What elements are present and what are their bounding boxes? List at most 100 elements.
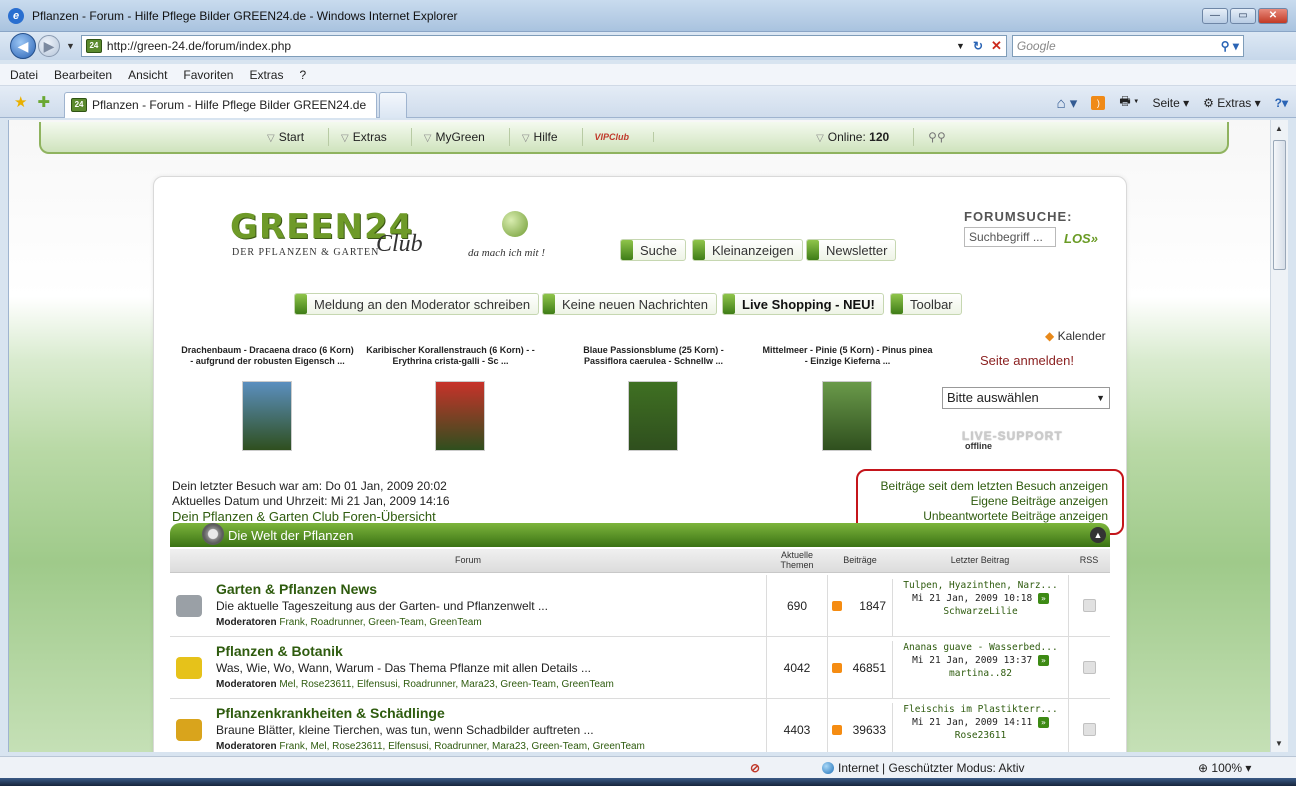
forum-title[interactable]: Garten & Pflanzen News [216,581,377,597]
last-post-topic[interactable]: Ananas guave - Wasserbed... [893,641,1068,654]
kleinanzeigen-button[interactable]: Kleinanzeigen [692,239,803,261]
forum-row[interactable]: Garten & Pflanzen News Die aktuelle Tages… [170,575,1110,637]
address-dropdown-icon[interactable]: ▼ [956,41,965,51]
category-header[interactable]: Die Welt der Pflanzen ▲ [170,523,1110,547]
rss-icon[interactable] [1083,661,1096,674]
nav-mygreen[interactable]: ▽ MyGreen [412,128,510,146]
post-count: 1847 [859,599,886,613]
minimize-button[interactable]: — [1202,8,1228,24]
vertical-scrollbar[interactable]: ▲ ▼ [1270,120,1288,752]
address-bar[interactable]: 24 http://green-24.de/forum/index.php ▼ … [80,35,1007,57]
nav-extras[interactable]: ▽ Extras [329,128,412,146]
last-post-topic[interactable]: Tulpen, Hyazinthen, Narz... [893,579,1068,592]
print-icon[interactable]: 🖶 ▾ [1119,92,1138,113]
maximize-button[interactable]: ▭ [1230,8,1256,24]
last-post-user[interactable]: Rose23611 [893,729,1068,742]
security-icon[interactable]: ⊘ [750,761,760,775]
chevron-down-icon: ▼ [1096,393,1105,403]
toolbar-button[interactable]: Toolbar [890,293,962,315]
page-menu[interactable]: Seite ▾ [1152,96,1189,110]
search-go-button[interactable]: LOS» [1064,231,1098,246]
scroll-down-icon[interactable]: ▼ [1275,739,1283,748]
plant-tip-4-image[interactable] [822,381,872,451]
forum-row[interactable]: Pflanzen & Botanik Was, Wie, Wo, Wann, Wa… [170,637,1110,699]
back-button[interactable]: ◀ [10,33,36,59]
site-logo[interactable]: GREEN24 DER PFLANZEN & GARTEN Club da ma… [230,207,560,267]
zoom-level[interactable]: ⊕ 100% ▾ [1198,761,1251,775]
goto-post-icon[interactable]: » [1037,655,1049,666]
live-shopping-button[interactable]: Live Shopping - NEU! [722,293,884,315]
scrollbar-thumb[interactable] [1273,140,1286,270]
forum-moderators: Moderatoren Frank, Roadrunner, Green-Tea… [216,617,482,628]
menu-datei[interactable]: Datei [10,68,38,82]
search-icon[interactable]: ⚲ ▾ [1221,39,1239,53]
visit-info: Dein letzter Besuch war am: Do 01 Jan, 2… [172,479,450,509]
last-post-user[interactable]: SchwarzeLilie [893,605,1068,618]
home-icon[interactable]: ⌂ ▾ [1057,94,1078,112]
collapse-icon[interactable]: ▲ [1090,527,1106,543]
plant-tip-3-image[interactable] [628,381,678,451]
moderator-report-button[interactable]: Meldung an den Moderator schreiben [294,293,540,315]
last-post: Fleischis im Plastikterr... Mi 21 Jan, 20… [892,703,1068,752]
menu-ansicht[interactable]: Ansicht [128,68,167,82]
forum-moderators: Moderatoren Mel, Rose23611, Elfensusi, R… [216,679,614,690]
plant-tip-1-image[interactable] [242,381,292,451]
new-tab-button[interactable] [379,91,408,118]
plant-tip-4[interactable]: Mittelmeer - Pinie (5 Korn) - Pinus pine… [760,345,935,367]
newsletter-button[interactable]: Newsletter [806,239,897,261]
header-letzter: Letzter Beitrag [950,555,1010,565]
goto-post-icon[interactable]: » [1037,593,1049,604]
plant-tip-1[interactable]: Drachenbaum - Dracaena draco (6 Korn) - … [180,345,355,367]
users-icon[interactable]: ⚲⚲ [928,130,946,144]
refresh-icon[interactable]: ↻ [973,39,983,53]
tab-current[interactable]: 24 Pflanzen - Forum - Hilfe Pflege Bilde… [64,91,378,118]
kalender-link[interactable]: ◆ Kalender [1045,329,1106,343]
feeds-icon[interactable]: ) [1091,95,1106,110]
address-url[interactable]: http://green-24.de/forum/index.php [107,39,291,53]
chevron-down-icon: ▽ [816,133,824,144]
plant-tip-2[interactable]: Karibischer Korallenstrauch (6 Korn) - -… [363,345,538,367]
goto-post-icon[interactable]: » [1037,717,1049,728]
close-button[interactable]: ✕ [1258,8,1288,24]
menu-bearbeiten[interactable]: Bearbeiten [54,68,112,82]
forum-title[interactable]: Pflanzenkrankheiten & Schädlinge [216,705,445,721]
tab-favicon-icon: 24 [71,98,88,112]
breadcrumb[interactable]: Dein Pflanzen & Garten Club Foren-Übersi… [172,509,436,524]
favorites-star-icon[interactable]: ★ [14,93,27,111]
stop-icon[interactable]: ✕ [991,38,1002,54]
plant-tip-2-image[interactable] [435,381,485,451]
seite-anmelden-link[interactable]: Seite anmelden! [980,353,1074,368]
plant-tip-3[interactable]: Blaue Passionsblume (25 Korn) - Passiflo… [566,345,741,367]
suche-button[interactable]: Suche [620,239,686,261]
history-dropdown-icon[interactable]: ▼ [66,41,75,51]
last-post-user[interactable]: martina..82 [893,667,1068,680]
menu-help[interactable]: ? [299,68,306,82]
header-themen: Aktuelle Themen [780,550,814,570]
rss-icon[interactable] [1083,599,1096,612]
nav-vip-club[interactable]: VIPClub [583,132,655,142]
forum-title[interactable]: Pflanzen & Botanik [216,643,343,659]
menu-extras[interactable]: Extras [249,68,283,82]
messages-button[interactable]: Keine neuen Nachrichten [542,293,717,315]
rss-icon[interactable] [1083,723,1096,736]
extras-menu[interactable]: ⚙ Extras ▾ [1203,96,1260,110]
forward-button[interactable]: ▶ [38,35,60,57]
forum-select[interactable]: Bitte auswählen ▼ [942,387,1110,409]
scroll-up-icon[interactable]: ▲ [1275,124,1283,133]
security-zone[interactable]: Internet | Geschützter Modus: Aktiv [822,761,1025,775]
post-count: 39633 [852,723,886,737]
last-post: Tulpen, Hyazinthen, Narz... Mi 21 Jan, 20… [892,579,1068,637]
chevron-down-icon: ▽ [521,133,530,144]
add-favorites-icon[interactable]: ✚ [37,93,50,111]
menu-favoriten[interactable]: Favoriten [183,68,233,82]
chevron-down-icon: ▽ [341,133,349,144]
forum-search-input[interactable]: Suchbegriff ... [964,227,1056,247]
help-icon[interactable]: ?▾ [1275,96,1288,110]
last-post-topic[interactable]: Fleischis im Plastikterr... [893,703,1068,716]
forum-row[interactable]: Pflanzenkrankheiten & Schädlinge Braune B… [170,699,1110,752]
nav-hilfe[interactable]: ▽ Hilfe [510,128,583,146]
nav-online[interactable]: ▽ Online: 120 [804,128,915,146]
search-box[interactable]: Google ⚲ ▾ [1011,35,1244,57]
status-bar: ⊘ Internet | Geschützter Modus: Aktiv ⊕ … [0,756,1296,778]
nav-start[interactable]: ▽ Start [255,128,330,146]
